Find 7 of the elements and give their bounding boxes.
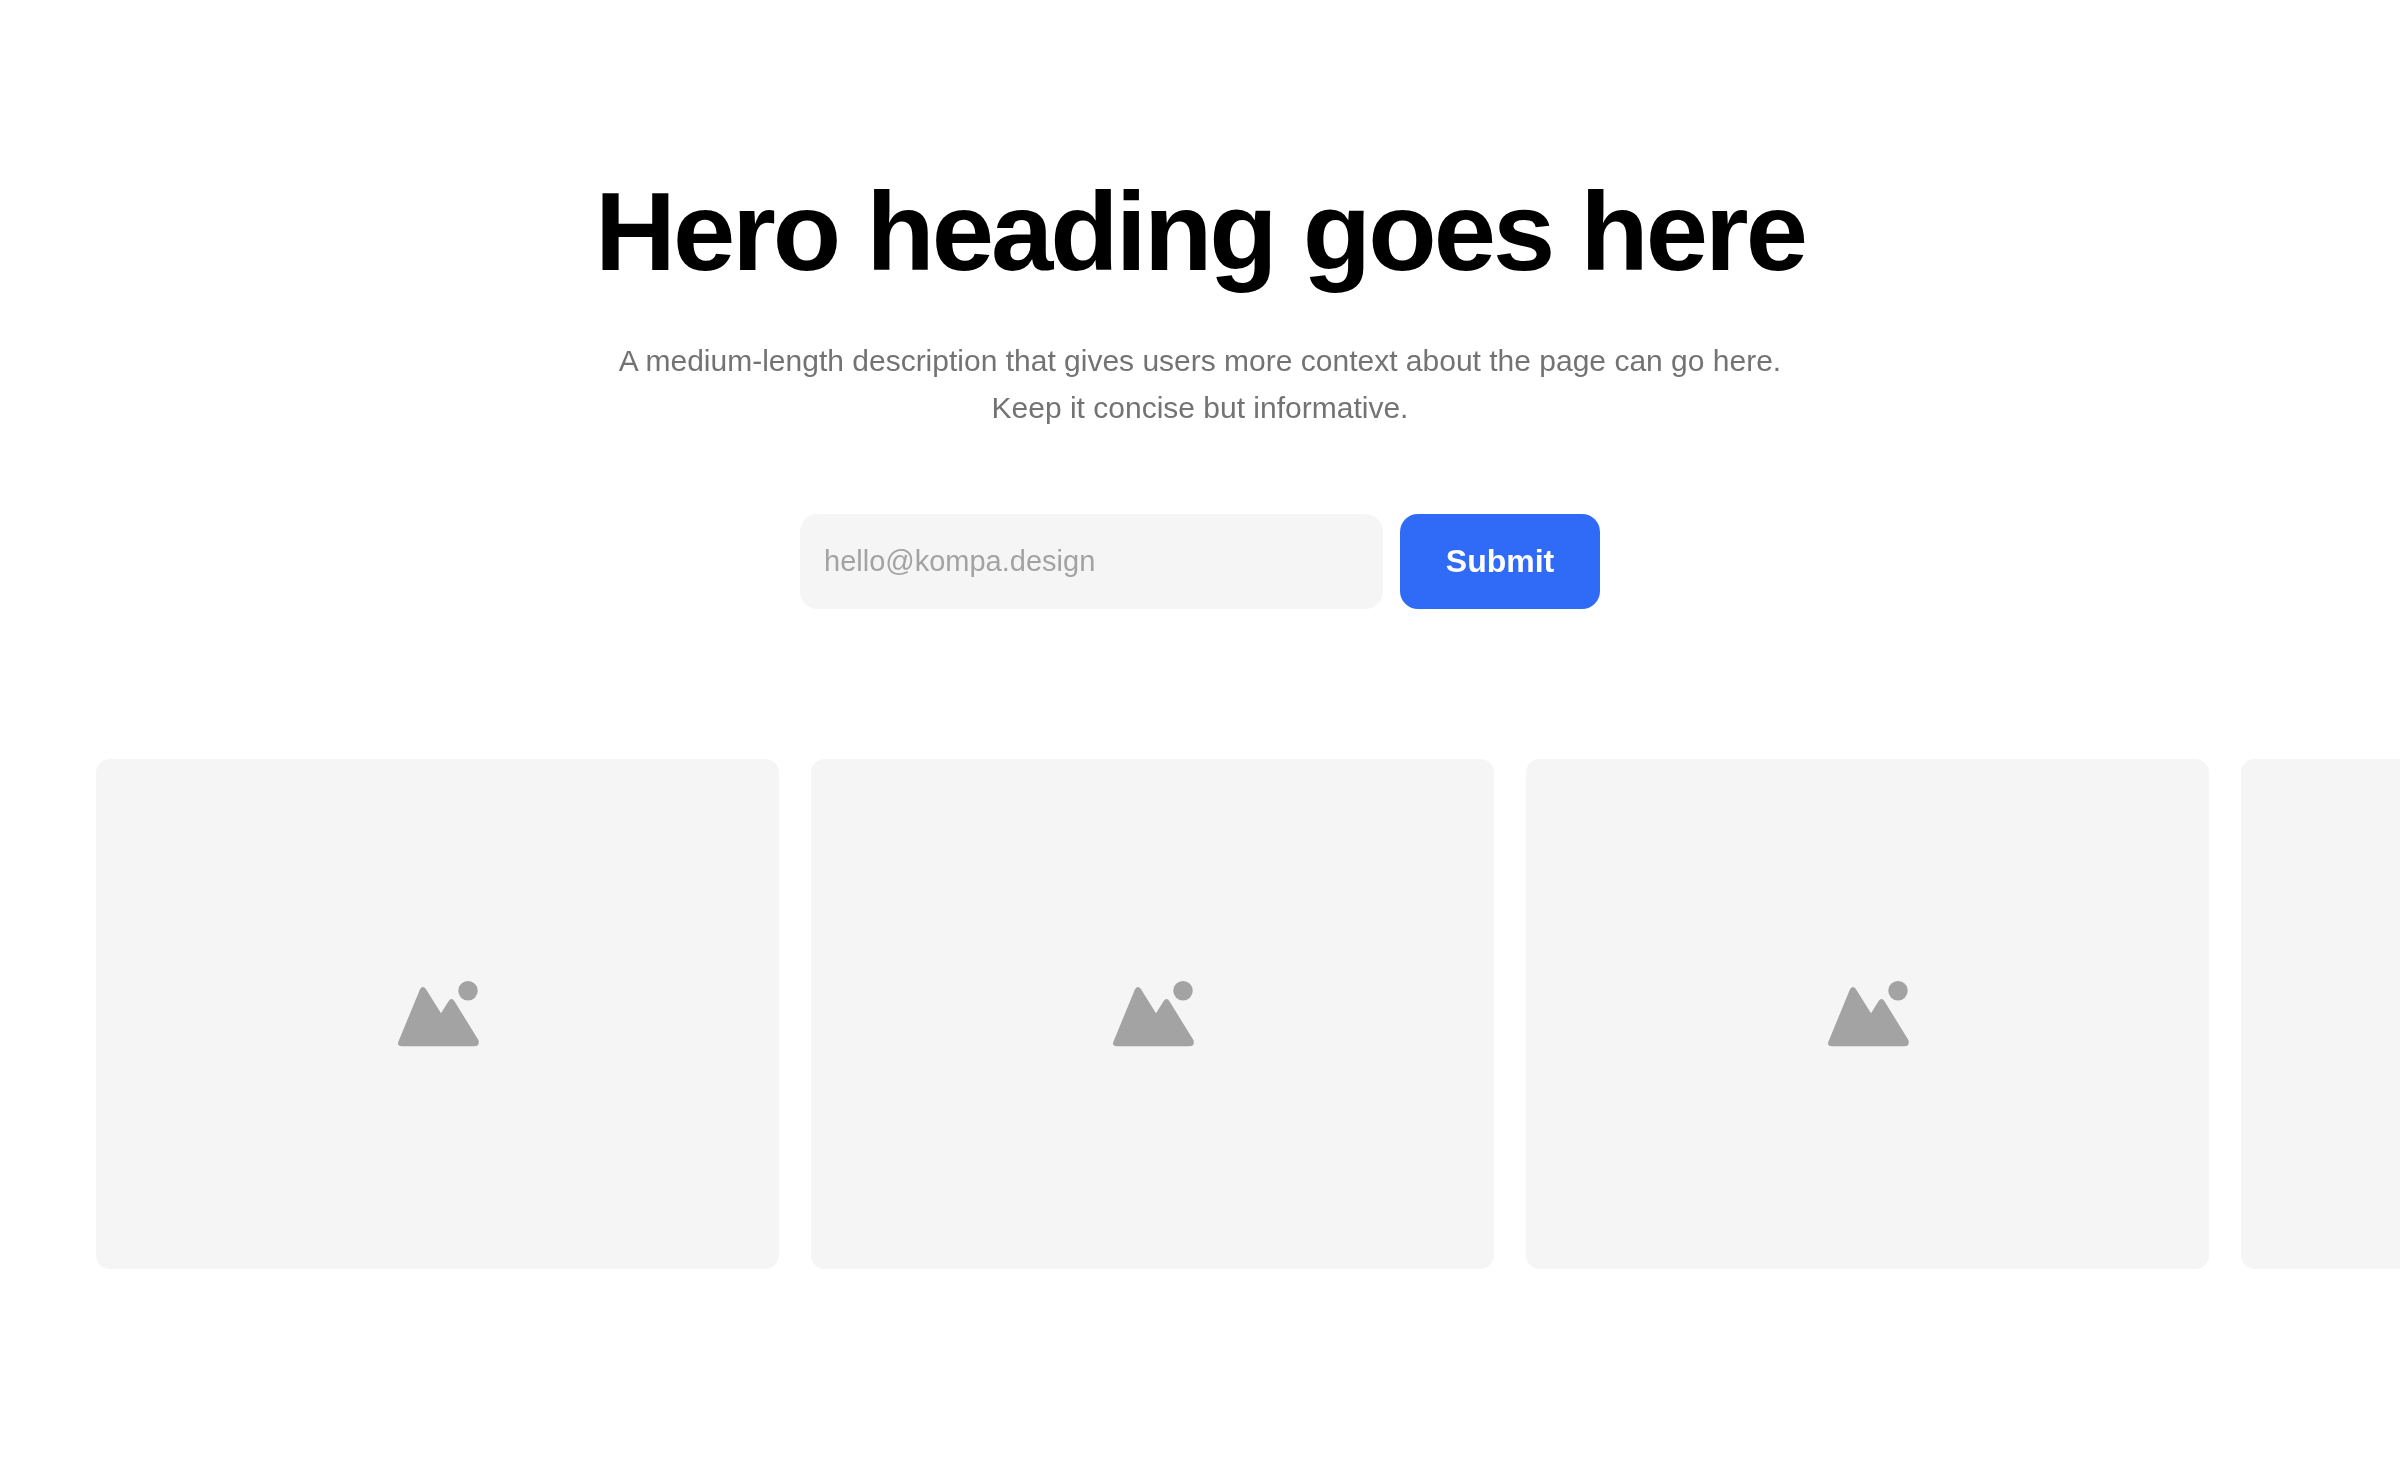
image-icon [1110, 979, 1195, 1048]
image-icon [1825, 979, 1910, 1048]
email-field[interactable]: hello@kompa.design [800, 513, 1383, 609]
image-icon [395, 979, 480, 1048]
submit-button[interactable]: Submit [1400, 513, 1600, 609]
hero-description: A medium-length description that gives users more context about the page can go here. Keep it concise but informative. [617, 342, 1783, 426]
hero-heading: Hero heading goes here [595, 168, 1805, 296]
